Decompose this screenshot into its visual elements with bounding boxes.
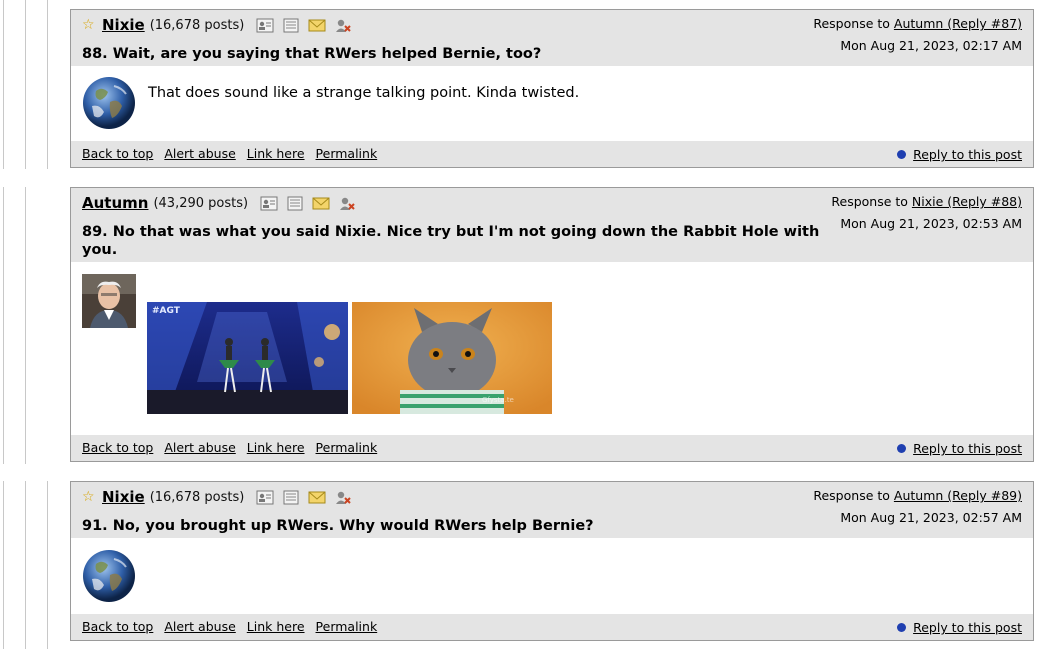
star-icon: ☆ xyxy=(82,17,95,33)
post-footer: Back to top Alert abuse Link here Permal… xyxy=(71,435,1033,461)
post-title: 91. No, you brought up RWers. Why would … xyxy=(82,518,594,534)
link-here-link[interactable]: Link here xyxy=(247,619,305,634)
user-tools xyxy=(260,196,356,211)
post-title: 89. No that was what you said Nixie. Nic… xyxy=(82,224,820,258)
gif-watermark: Gfysta.te xyxy=(482,396,514,404)
user-tools xyxy=(256,18,352,33)
reply-area: Reply to this post xyxy=(897,147,1022,162)
author-line: Autumn (43,290 posts) xyxy=(82,194,356,212)
thread-indent-line xyxy=(25,187,26,464)
post-header: Autumn (43,290 posts) 89. No that was wh… xyxy=(71,188,1033,262)
mail-icon[interactable] xyxy=(308,490,326,505)
thread-indent-line xyxy=(47,481,48,649)
post-date: Mon Aug 21, 2023, 02:17 AM xyxy=(840,38,1022,53)
post-text: That does sound like a strange talking p… xyxy=(148,85,580,101)
journal-icon[interactable] xyxy=(286,196,304,211)
post-count: (16,678 posts) xyxy=(149,17,245,33)
post-title: 88. Wait, are you saying that RWers help… xyxy=(82,46,542,62)
thread-indent-line xyxy=(3,0,4,169)
author-line: ☆ Nixie (16,678 posts) xyxy=(82,488,352,506)
thread-indent-line xyxy=(25,481,26,649)
response-prefix: Response to xyxy=(813,16,894,31)
back-to-top-link[interactable]: Back to top xyxy=(82,619,153,634)
thread-indent-line xyxy=(3,481,4,649)
author-link[interactable]: Nixie xyxy=(102,16,145,34)
reply-link[interactable]: Reply to this post xyxy=(913,147,1022,162)
footer-links: Back to top Alert abuse Link here Permal… xyxy=(82,146,377,161)
post-body: That does sound like a strange talking p… xyxy=(71,66,1033,141)
author-link[interactable]: Autumn xyxy=(82,194,148,212)
avatar[interactable] xyxy=(82,274,136,328)
profile-icon[interactable] xyxy=(260,196,278,211)
permalink-link[interactable]: Permalink xyxy=(316,619,378,634)
reply-area: Reply to this post xyxy=(897,620,1022,635)
user-tools xyxy=(256,490,352,505)
bullet-icon xyxy=(897,150,907,159)
post-count: (16,678 posts) xyxy=(149,489,245,505)
gif-watermark: #AGT xyxy=(152,306,181,316)
footer-links: Back to top Alert abuse Link here Permal… xyxy=(82,619,377,634)
post-body: #AGT Gfysta.te xyxy=(71,262,1033,435)
alert-abuse-link[interactable]: Alert abuse xyxy=(164,619,235,634)
mail-icon[interactable] xyxy=(312,196,330,211)
journal-icon[interactable] xyxy=(282,490,300,505)
permalink-link[interactable]: Permalink xyxy=(316,440,378,455)
post-header: ☆ Nixie (16,678 posts) 88. Wait, are you… xyxy=(71,10,1033,66)
alert-abuse-link[interactable]: Alert abuse xyxy=(164,146,235,161)
response-prefix: Response to xyxy=(813,488,894,503)
post-count: (43,290 posts) xyxy=(153,195,249,211)
permalink-link[interactable]: Permalink xyxy=(316,146,378,161)
back-to-top-link[interactable]: Back to top xyxy=(82,146,153,161)
link-here-link[interactable]: Link here xyxy=(247,146,305,161)
post-footer: Back to top Alert abuse Link here Permal… xyxy=(71,141,1033,167)
profile-icon[interactable] xyxy=(256,490,274,505)
bullet-icon xyxy=(897,444,907,453)
author-link[interactable]: Nixie xyxy=(102,488,145,506)
alert-abuse-link[interactable]: Alert abuse xyxy=(164,440,235,455)
reply-link[interactable]: Reply to this post xyxy=(913,441,1022,456)
ignore-user-icon[interactable] xyxy=(338,196,356,211)
post-header: ☆ Nixie (16,678 posts) 91. No, you broug… xyxy=(71,482,1033,538)
ignore-user-icon[interactable] xyxy=(334,490,352,505)
grey-cat-gif[interactable]: Gfysta.te xyxy=(352,302,552,414)
footer-links: Back to top Alert abuse Link here Permal… xyxy=(82,440,377,455)
response-to: Response to Autumn (Reply #87) xyxy=(813,16,1022,31)
bullet-icon xyxy=(897,623,907,632)
journal-icon[interactable] xyxy=(282,18,300,33)
thread-indent-line xyxy=(25,0,26,169)
response-link[interactable]: Autumn (Reply #87) xyxy=(894,16,1022,31)
profile-icon[interactable] xyxy=(256,18,274,33)
post-89: Autumn (43,290 posts) 89. No that was wh… xyxy=(70,187,1034,462)
response-link[interactable]: Autumn (Reply #89) xyxy=(894,488,1022,503)
mail-icon[interactable] xyxy=(308,18,326,33)
back-to-top-link[interactable]: Back to top xyxy=(82,440,153,455)
response-prefix: Response to xyxy=(831,194,912,209)
post-date: Mon Aug 21, 2023, 02:53 AM xyxy=(840,216,1022,231)
ballet-dancers-gif[interactable]: #AGT xyxy=(147,302,348,414)
link-here-link[interactable]: Link here xyxy=(247,440,305,455)
post-date: Mon Aug 21, 2023, 02:57 AM xyxy=(840,510,1022,525)
reply-link[interactable]: Reply to this post xyxy=(913,620,1022,635)
post-body xyxy=(71,538,1033,614)
post-footer: Back to top Alert abuse Link here Permal… xyxy=(71,614,1033,640)
reply-area: Reply to this post xyxy=(897,441,1022,456)
thread-indent-line xyxy=(47,0,48,169)
avatar[interactable] xyxy=(82,76,136,130)
response-to: Response to Nixie (Reply #88) xyxy=(831,194,1022,209)
post-88: ☆ Nixie (16,678 posts) 88. Wait, are you… xyxy=(70,9,1034,168)
thread-indent-line xyxy=(3,187,4,464)
post-91: ☆ Nixie (16,678 posts) 91. No, you broug… xyxy=(70,481,1034,641)
star-icon: ☆ xyxy=(82,489,95,505)
avatar[interactable] xyxy=(82,549,136,603)
author-line: ☆ Nixie (16,678 posts) xyxy=(82,16,352,34)
response-to: Response to Autumn (Reply #89) xyxy=(813,488,1022,503)
ignore-user-icon[interactable] xyxy=(334,18,352,33)
response-link[interactable]: Nixie (Reply #88) xyxy=(912,194,1022,209)
